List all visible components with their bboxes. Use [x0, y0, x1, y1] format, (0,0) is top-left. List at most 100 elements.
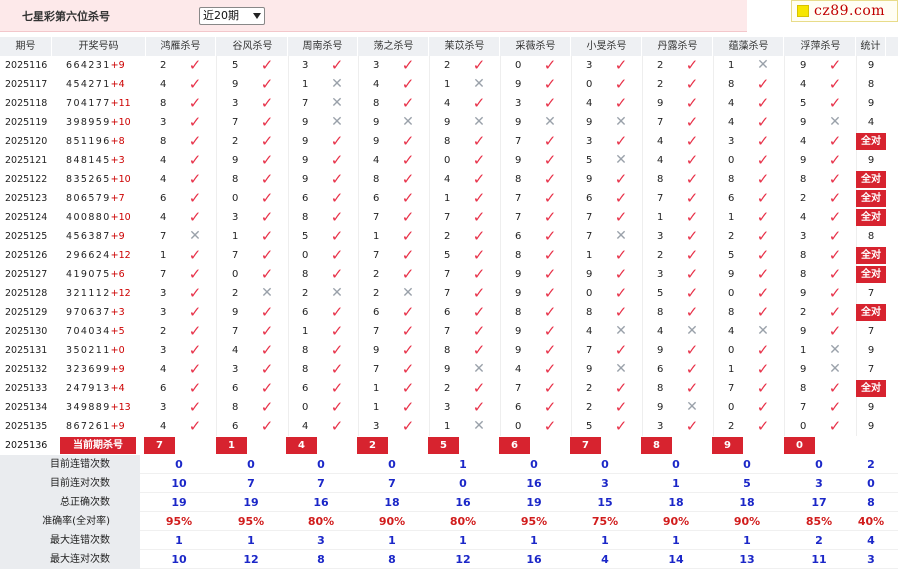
table-row: 2025123 806579+7 6 ✓ 0 ✓ 6 ✓ 6 ✓ 1 ✓ 7 ✓ 6 ✓ 7 ✓ 6 ✓ 2 ✓ 全对: [0, 189, 898, 208]
check-icon: ✓: [330, 341, 344, 359]
check-icon: ✓: [614, 132, 628, 150]
summary-value-fuping: 11: [811, 553, 827, 566]
cross-icon: ✕: [402, 114, 414, 130]
check-icon: ✓: [756, 341, 770, 359]
kill-number-danlu: 8: [657, 383, 664, 394]
summary-label: 目前连错次数: [0, 455, 140, 474]
draw-digits: 867261: [66, 421, 111, 432]
check-icon: ✓: [188, 151, 202, 169]
kill-number-dangzhi: 9: [373, 136, 380, 147]
kill-number-zhounan: 0: [302, 250, 309, 261]
check-icon: ✓: [828, 56, 842, 74]
draw-digits: 835265: [66, 174, 111, 185]
kill-number-fuyi: 0: [444, 155, 451, 166]
kill-number-caiwei: 0: [515, 421, 522, 432]
header-draw-number: 开奖号码: [52, 37, 146, 56]
current-kill-fuyi: 5: [428, 437, 459, 454]
site-logo[interactable]: cz89.com: [791, 0, 898, 22]
period-cell: 2025130: [5, 326, 48, 337]
check-icon: ✓: [260, 113, 274, 131]
range-select[interactable]: 近20期: [199, 7, 265, 25]
table-row: 2025122 835265+10 4 ✓ 8 ✓ 9 ✓ 8 ✓ 4 ✓ 8 ✓ 9 ✓ 8 ✓ 8 ✓ 8 ✓ 全对: [0, 170, 898, 189]
draw-number-cell: 704177+11: [52, 94, 142, 113]
check-icon: ✓: [472, 379, 486, 397]
check-icon: ✓: [756, 132, 770, 150]
check-icon: ✓: [330, 246, 344, 264]
current-kill-fuping: 0: [784, 437, 815, 454]
summary-value-zhounan: 16: [313, 496, 329, 509]
draw-sum: +3: [110, 307, 125, 318]
summary-value-yunzao: 18: [739, 496, 755, 509]
summary-value-hongyan: 10: [171, 553, 187, 566]
draw-sum: +3: [110, 155, 125, 166]
check-icon: ✓: [401, 379, 415, 397]
kill-number-dangzhi: 6: [373, 307, 380, 318]
check-icon: ✓: [330, 170, 344, 188]
kill-number-gufeng: 1: [232, 231, 239, 242]
check-icon: ✓: [828, 284, 842, 302]
draw-sum: +8: [110, 136, 125, 147]
draw-number-cell: 664231+9: [52, 56, 142, 75]
kill-number-hongyan: 4: [160, 174, 167, 185]
kill-number-hongyan: 3: [160, 345, 167, 356]
summary-label: 最大连错次数: [0, 531, 140, 550]
column-divider: [216, 303, 217, 322]
cross-icon: ✕: [331, 285, 343, 301]
all-correct-badge: 全对: [856, 133, 886, 150]
kill-number-fuping: 1: [800, 345, 807, 356]
kill-number-gufeng: 9: [232, 79, 239, 90]
kill-number-gufeng: 7: [232, 117, 239, 128]
kill-number-yunzao: 2: [728, 421, 735, 432]
kill-number-fuyi: 2: [444, 231, 451, 242]
kill-number-caiwei: 9: [515, 269, 522, 280]
kill-number-dangzhi: 8: [373, 174, 380, 185]
kill-number-gufeng: 7: [232, 326, 239, 337]
kill-number-gufeng: 7: [232, 250, 239, 261]
check-icon: ✓: [330, 208, 344, 226]
check-icon: ✓: [828, 227, 842, 245]
kill-number-gufeng: 0: [232, 193, 239, 204]
summary-value-zhounan: 3: [317, 534, 325, 547]
draw-digits: 806579: [66, 193, 111, 204]
summary-row: 目前连对次数 10 7 7 7 0 16 3 1 5 3 0: [0, 474, 898, 493]
kill-number-gufeng: 2: [232, 136, 239, 147]
kill-number-fuyi: 5: [444, 250, 451, 261]
column-divider: [216, 94, 217, 113]
kill-number-zhounan: 7: [302, 98, 309, 109]
check-icon: ✓: [330, 132, 344, 150]
kill-number-zhounan: 9: [302, 136, 309, 147]
kill-number-fuping: 8: [800, 174, 807, 185]
check-icon: ✓: [756, 75, 770, 93]
check-icon: ✓: [543, 417, 557, 435]
kill-number-dangzhi: 1: [373, 402, 380, 413]
kill-number-fuping: 9: [800, 288, 807, 299]
kill-number-yunzao: 4: [728, 98, 735, 109]
check-icon: ✓: [188, 360, 202, 378]
draw-sum: +11: [110, 98, 131, 109]
summary-stat: 0: [867, 477, 875, 490]
check-icon: ✓: [401, 94, 415, 112]
kill-number-dangzhi: 3: [373, 60, 380, 71]
check-icon: ✓: [828, 170, 842, 188]
draw-sum: +12: [110, 250, 131, 261]
summary-stat: 4: [867, 534, 875, 547]
kill-number-danlu: 9: [657, 98, 664, 109]
summary-value-fuping: 0: [815, 458, 823, 471]
kill-number-hongyan: 7: [160, 269, 167, 280]
column-divider: [784, 94, 785, 113]
draw-number-cell: 349889+13: [52, 398, 142, 417]
draw-sum: +9: [110, 231, 125, 242]
draw-digits: 349889: [66, 402, 111, 413]
column-divider: [784, 208, 785, 227]
kill-number-fuyi: 1: [444, 193, 451, 204]
current-kill-yunzao: 9: [712, 437, 743, 454]
stat-cell: 9: [867, 345, 875, 356]
cross-icon: ✕: [829, 342, 841, 358]
table-row: 2025130 704034+5 2 ✓ 7 ✓ 1 ✓ 7 ✓ 7 ✓ 9 ✓ 4 ✕ 4 ✕ 4 ✕ 9 ✓ 7: [0, 322, 898, 341]
kill-number-fuping: 2: [800, 307, 807, 318]
period-cell: 2025119: [5, 117, 48, 128]
summary-value-danlu: 1: [672, 534, 680, 547]
kill-number-xiaomin: 1: [586, 250, 593, 261]
kill-number-danlu: 4: [657, 326, 664, 337]
check-icon: ✓: [260, 246, 274, 264]
